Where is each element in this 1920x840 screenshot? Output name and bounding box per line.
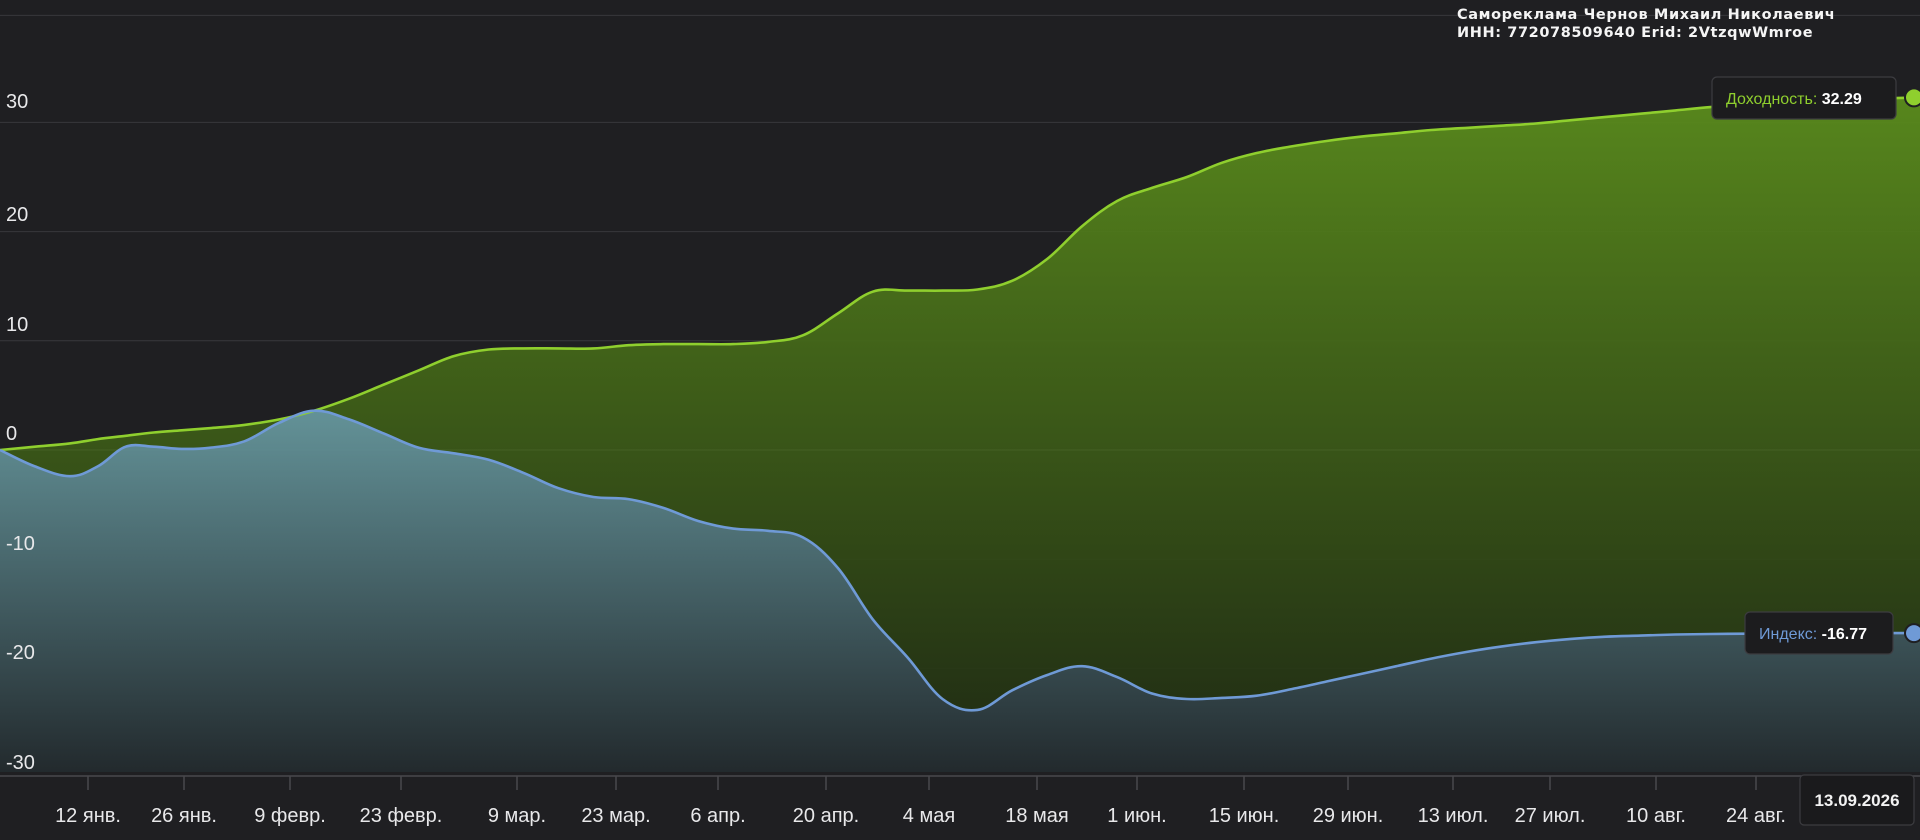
index-tooltip-name: Индекс: xyxy=(1759,626,1822,643)
ad-line-ids: ИНН: 772078509640 Erid: 2VtzqwWmroe xyxy=(1457,25,1814,41)
x-tick-label: 18 мая xyxy=(1005,805,1069,827)
x-tick-label: 4 мая xyxy=(903,805,955,827)
x-tick-label: 24 авг. xyxy=(1726,805,1786,827)
x-tick-label: 6 апр. xyxy=(690,805,745,827)
yield-tooltip-text: Доходность: 32.29 xyxy=(1726,91,1862,108)
yield-tooltip-value: 32.29 xyxy=(1822,91,1862,108)
y-tick-label: 20 xyxy=(6,204,28,226)
x-tick-label: 23 мар. xyxy=(581,805,650,827)
x-tick-label: 9 мар. xyxy=(488,805,546,827)
x-tick-label: 9 февр. xyxy=(254,805,326,827)
y-tick-label: -10 xyxy=(6,533,35,555)
performance-chart: 30 20 10 0 -10 -20 -30 12 янв. 26 янв. 9 февр. 23 … xyxy=(0,14,1920,827)
x-tick-label: 27 июл. xyxy=(1515,805,1586,827)
y-tick-label: 30 xyxy=(6,91,28,113)
area-fills xyxy=(0,97,1920,772)
crosshair-date-label: 13.09.2026 xyxy=(1814,791,1899,810)
x-tick-label: 29 июн. xyxy=(1313,805,1384,827)
index-endpoint-marker xyxy=(1904,623,1920,644)
x-tick-label: 20 апр. xyxy=(793,805,859,827)
ad-line-advertiser: Самореклама Чернов Михаил Николаевич xyxy=(1457,7,1836,23)
y-tick-label: 10 xyxy=(6,314,28,336)
y-tick-label: -20 xyxy=(6,642,35,664)
x-tick-label: 15 июн. xyxy=(1209,805,1280,827)
index-tooltip-text: Индекс: -16.77 xyxy=(1759,626,1867,643)
x-tick-label: 12 янв. xyxy=(55,805,121,827)
y-tick-label: 0 xyxy=(6,423,17,445)
x-tick-label: 1 июн. xyxy=(1107,805,1166,827)
x-tick-label: 23 февр. xyxy=(360,805,443,827)
yield-tooltip-name: Доходность: xyxy=(1726,91,1822,108)
y-tick-label: -30 xyxy=(6,752,35,774)
advertising-notice: Самореклама Чернов Михаил Николаевич ИНН… xyxy=(1457,6,1835,42)
index-tooltip-value: -16.77 xyxy=(1822,626,1867,643)
yield-endpoint-marker xyxy=(1904,87,1920,108)
x-tick-label: 26 янв. xyxy=(151,805,217,827)
x-tick-label: 13 июл. xyxy=(1418,805,1489,827)
x-tick-label: 10 авг. xyxy=(1626,805,1686,827)
